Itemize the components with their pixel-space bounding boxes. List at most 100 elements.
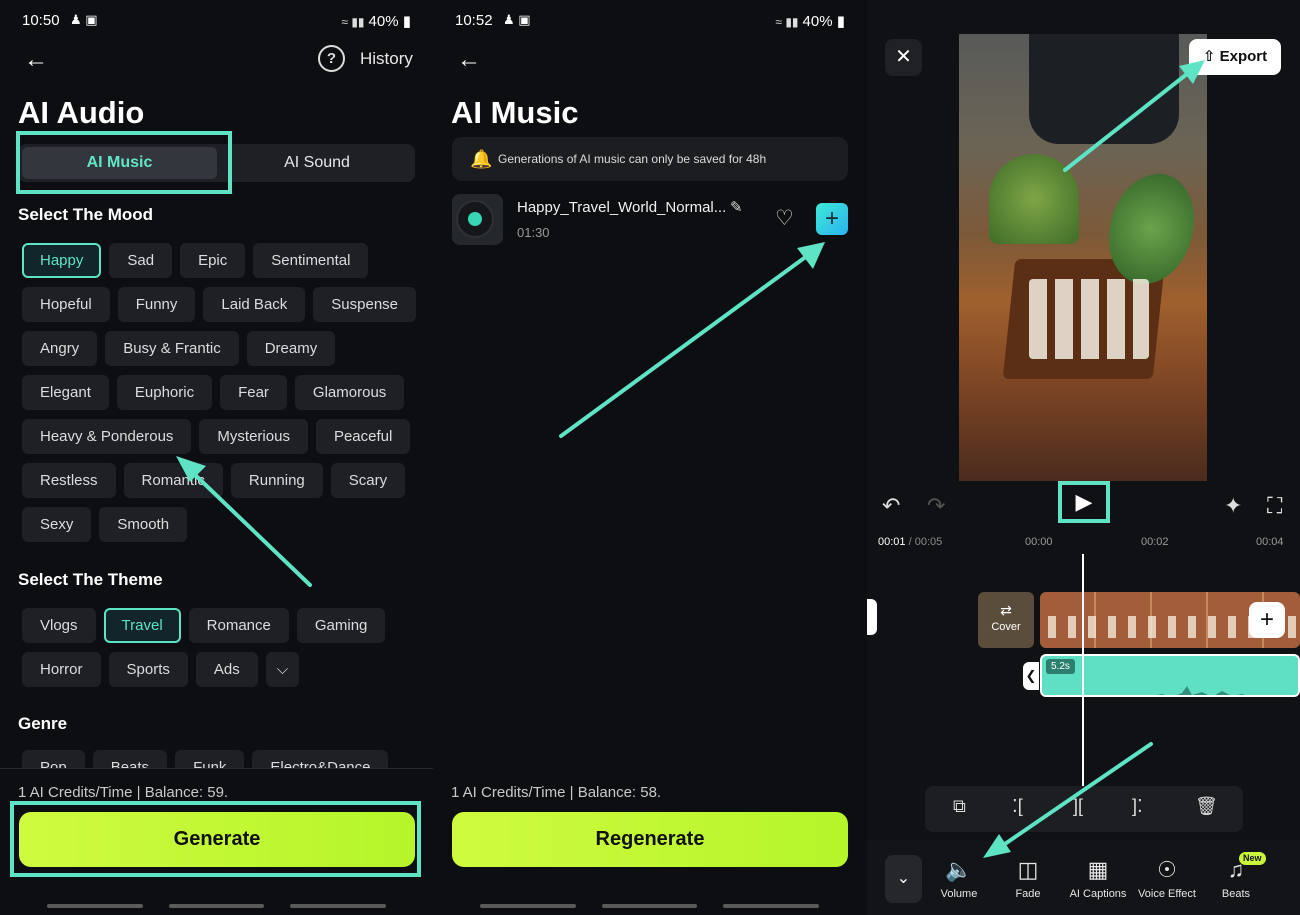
voice-effect-tool[interactable]: ☉ Voice Effect [1131, 856, 1203, 900]
mood-chip-romantic[interactable]: Romantic [123, 463, 223, 498]
genre-chip-funk[interactable]: Funk [175, 750, 245, 769]
close-icon[interactable]: ✕ [885, 39, 922, 76]
add-to-project-button[interactable]: + [816, 203, 848, 235]
nav-recent-bar [723, 904, 819, 908]
add-clip-button[interactable]: + [1249, 602, 1285, 638]
theme-chip-horror[interactable]: Horror [22, 652, 101, 687]
rename-icon[interactable]: ✎ [730, 198, 743, 216]
mood-chip-busy-and-frantic[interactable]: Busy & Frantic [105, 331, 239, 366]
fullscreen-icon[interactable]: ⛶ [1267, 493, 1282, 519]
mood-row: Sexy Smooth [22, 507, 417, 542]
swap-icon: ⇄ [1000, 602, 1012, 618]
mood-chip-sad[interactable]: Sad [109, 243, 173, 278]
split-icon[interactable]: ][ [1073, 796, 1083, 817]
theme-section-title: Select The Theme [18, 570, 163, 589]
nav-back-bar [480, 904, 576, 908]
mood-chip-restless[interactable]: Restless [22, 463, 116, 498]
ai-captions-tool[interactable]: ▦ AI Captions [1062, 856, 1134, 900]
mood-chip-epic[interactable]: Epic [180, 243, 246, 278]
tab-ai-sound[interactable]: AI Sound [223, 147, 411, 179]
chevron-down-icon[interactable]: ⌄ [885, 855, 922, 903]
credits-balance: 1 AI Credits/Time | Balance: 58. [451, 784, 662, 801]
keyframe-icon[interactable]: ✦ [1224, 493, 1242, 519]
save-notice: 🔔 Generations of AI music can only be sa… [452, 137, 848, 181]
volume-icon: 🔈 [945, 857, 973, 882]
mood-chip-angry[interactable]: Angry [22, 331, 98, 366]
music-track-item[interactable]: Happy_Travel_World_Normal... 01:30 ✎ ♡ + [452, 192, 848, 250]
mood-chip-elegant[interactable]: Elegant [22, 375, 109, 410]
volume-tool[interactable]: 🔈 Volume [923, 856, 995, 900]
chevron-down-icon[interactable]: ⌵ [265, 652, 300, 687]
theme-chip-romance[interactable]: Romance [188, 608, 289, 643]
cover-thumbnail[interactable]: ⇄ Cover [978, 592, 1034, 648]
genre-section-title: Genre [18, 714, 68, 733]
video-editor-screen: ✕ ⇧ Export ↶ ↷ ▶ ✦ ⛶ 00:01 / 00:05 00:00… [867, 0, 1300, 915]
genre-chip-electroanddance[interactable]: Electro&Dance [252, 750, 389, 769]
history-link[interactable]: History [360, 49, 413, 69]
back-arrow-icon[interactable]: ← [24, 46, 48, 74]
audio-clip[interactable]: 5.2s [1040, 654, 1300, 697]
status-bar: 10:50 ♟ ▣ ≈ ▮▮ 40% ▮ [22, 10, 411, 30]
mood-chip-happy[interactable]: Happy [22, 243, 102, 278]
theme-chip-vlogs[interactable]: Vlogs [22, 608, 96, 643]
theme-chip-group: Vlogs Travel Romance Gaming Horror Sports Ads ⌵ [22, 608, 417, 696]
fade-tool[interactable]: ◫ Fade [992, 856, 1064, 900]
mood-chip-hopeful[interactable]: Hopeful [22, 287, 110, 322]
audio-trim-handle[interactable]: ❮ [1023, 662, 1039, 690]
notification-icons: ♟ ▣ [503, 12, 531, 27]
mood-chip-dreamy[interactable]: Dreamy [246, 331, 336, 366]
back-arrow-icon[interactable]: ← [457, 46, 481, 74]
status-right: ≈ ▮▮ 40% ▮ [775, 13, 845, 30]
mood-chip-running[interactable]: Running [230, 463, 323, 498]
wifi-signal-icon: ≈ ▮▮ [775, 15, 799, 29]
status-bar: 10:52 ♟ ▣ ≈ ▮▮ 40% ▮ [455, 10, 845, 30]
nav-recent-bar [290, 904, 386, 908]
status-right: ≈ ▮▮ 40% ▮ [341, 13, 411, 30]
theme-chip-ads[interactable]: Ads [195, 652, 258, 687]
highlight-play [1058, 481, 1110, 523]
ai-captions-icon: ▦ [1087, 857, 1109, 882]
mood-chip-laid-back[interactable]: Laid Back [203, 287, 306, 322]
theme-chip-gaming[interactable]: Gaming [296, 608, 386, 643]
mood-row: Heavy & Ponderous Mysterious Peaceful [22, 419, 417, 454]
mood-chip-sentimental[interactable]: Sentimental [253, 243, 369, 278]
preview-plant [989, 154, 1079, 244]
mood-chip-glamorous[interactable]: Glamorous [294, 375, 405, 410]
battery-level: 40% [802, 13, 833, 30]
duplicate-icon[interactable]: ⧉ [953, 796, 966, 817]
regenerate-button[interactable]: Regenerate [452, 812, 848, 867]
favorite-heart-icon[interactable]: ♡ [775, 206, 794, 231]
genre-chip-group: Pop Beats Funk Electro&Dance [22, 750, 417, 769]
mood-chip-funny[interactable]: Funny [117, 287, 196, 322]
battery-level: 40% [368, 13, 399, 30]
mood-chip-peaceful[interactable]: Peaceful [315, 419, 411, 454]
trim-start-icon[interactable]: ⁚[ [1012, 796, 1023, 817]
mood-chip-mysterious[interactable]: Mysterious [199, 419, 308, 454]
track-name: Happy_Travel_World_Normal... [517, 199, 727, 216]
mood-chip-heavy-and-ponderous[interactable]: Heavy & Ponderous [22, 419, 192, 454]
genre-chip-beats[interactable]: Beats [92, 750, 168, 769]
nav-back-bar [47, 904, 143, 908]
mood-row: Elegant Euphoric Fear Glamorous [22, 375, 417, 410]
voice-effect-icon: ☉ [1157, 857, 1177, 882]
mood-chip-fear[interactable]: Fear [220, 375, 287, 410]
page-title: AI Music [451, 95, 579, 130]
track-left-handle[interactable] [867, 599, 877, 635]
mood-chip-smooth[interactable]: Smooth [99, 507, 188, 542]
delete-icon[interactable]: 🗑 [1195, 796, 1218, 817]
mood-chip-sexy[interactable]: Sexy [22, 507, 92, 542]
mood-chip-euphoric[interactable]: Euphoric [116, 375, 213, 410]
export-button[interactable]: ⇧ Export [1189, 39, 1281, 75]
theme-row: Vlogs Travel Romance Gaming [22, 608, 417, 643]
theme-chip-sports[interactable]: Sports [108, 652, 188, 687]
playhead[interactable] [1082, 554, 1084, 790]
redo-icon[interactable]: ↷ [927, 493, 945, 519]
video-preview[interactable] [959, 34, 1207, 481]
theme-chip-travel[interactable]: Travel [103, 608, 181, 643]
mood-chip-scary[interactable]: Scary [330, 463, 406, 498]
trim-end-icon[interactable]: ]⁚ [1132, 796, 1143, 817]
genre-chip-pop[interactable]: Pop [22, 750, 85, 769]
help-icon[interactable]: ? [318, 45, 345, 72]
undo-icon[interactable]: ↶ [882, 493, 900, 519]
mood-chip-suspense[interactable]: Suspense [313, 287, 416, 322]
